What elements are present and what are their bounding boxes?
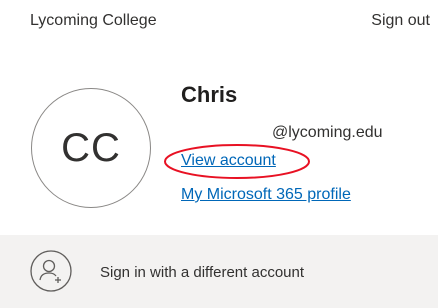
organization-name: Lycoming College	[30, 12, 157, 29]
account-name: Chris	[181, 82, 238, 107]
person-add-icon	[30, 250, 72, 292]
sign-in-different-account-label: Sign in with a different account	[100, 264, 305, 281]
microsoft-365-profile-link[interactable]: My Microsoft 365 profile	[181, 186, 351, 204]
account-email: @lycoming.edu	[272, 124, 383, 141]
sign-out-link[interactable]: Sign out	[371, 12, 430, 30]
sign-in-different-account-button[interactable]: Sign in with a different account	[0, 235, 438, 308]
avatar-initials: CC	[61, 125, 121, 170]
view-account-link[interactable]: View account	[181, 152, 276, 170]
avatar: CC	[31, 88, 151, 208]
